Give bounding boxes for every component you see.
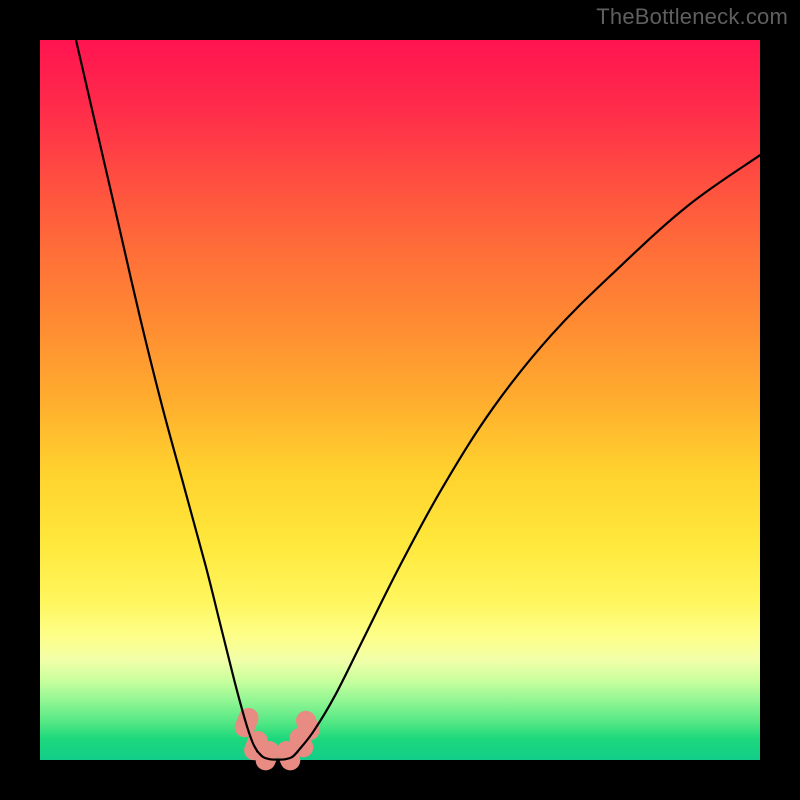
chart-frame: TheBottleneck.com [0, 0, 800, 800]
bottleneck-curve [76, 40, 760, 760]
plot-area [40, 40, 760, 760]
watermark-text: TheBottleneck.com [596, 4, 788, 30]
chart-svg [40, 40, 760, 760]
